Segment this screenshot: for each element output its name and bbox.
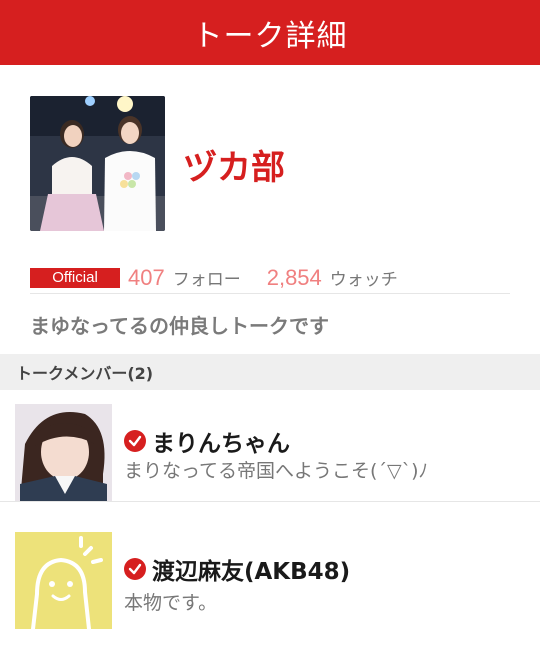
member-item[interactable]: 渡辺麻友(AKB48) 本物です。	[0, 518, 540, 630]
member-photo	[15, 404, 112, 501]
verified-check-icon	[124, 558, 146, 580]
member-name-row: まりんちゃん	[124, 424, 290, 458]
talk-stats: Official 407 フォロー 2,854 ウォッチ	[30, 262, 510, 294]
member-bio: 本物です。	[124, 592, 218, 614]
member-name: まりんちゃん	[152, 431, 290, 457]
official-badge: Official	[30, 267, 120, 288]
follow-label[interactable]: フォロー	[173, 265, 241, 290]
members-section-header: トークメンバー(2)	[0, 354, 540, 390]
talk-description: まゆなってるの仲良しトークです	[30, 314, 329, 338]
default-avatar-icon	[15, 532, 112, 629]
member-bio: まりなってる帝国へようこそ(´▽`)ﾉ	[124, 460, 428, 482]
watch-label[interactable]: ウォッチ	[330, 265, 398, 290]
talk-photo-image	[30, 96, 165, 231]
member-name-row: 渡辺麻友(AKB48)	[124, 552, 350, 586]
member-name: 渡辺麻友(AKB48)	[152, 559, 351, 585]
avatar	[15, 404, 112, 501]
app-header: トーク詳細	[0, 0, 540, 65]
talk-photo[interactable]	[30, 96, 165, 231]
page-title: トーク詳細	[192, 18, 348, 54]
talk-name: ヅカ部	[183, 148, 285, 188]
watch-count[interactable]: 2,854	[267, 265, 322, 291]
verified-check-icon	[124, 430, 146, 452]
follow-count[interactable]: 407	[128, 265, 165, 291]
avatar	[15, 532, 112, 629]
member-item[interactable]: まりんちゃん まりなってる帝国へようこそ(´▽`)ﾉ	[0, 390, 540, 502]
members-section-title: トークメンバー(2)	[16, 364, 154, 383]
